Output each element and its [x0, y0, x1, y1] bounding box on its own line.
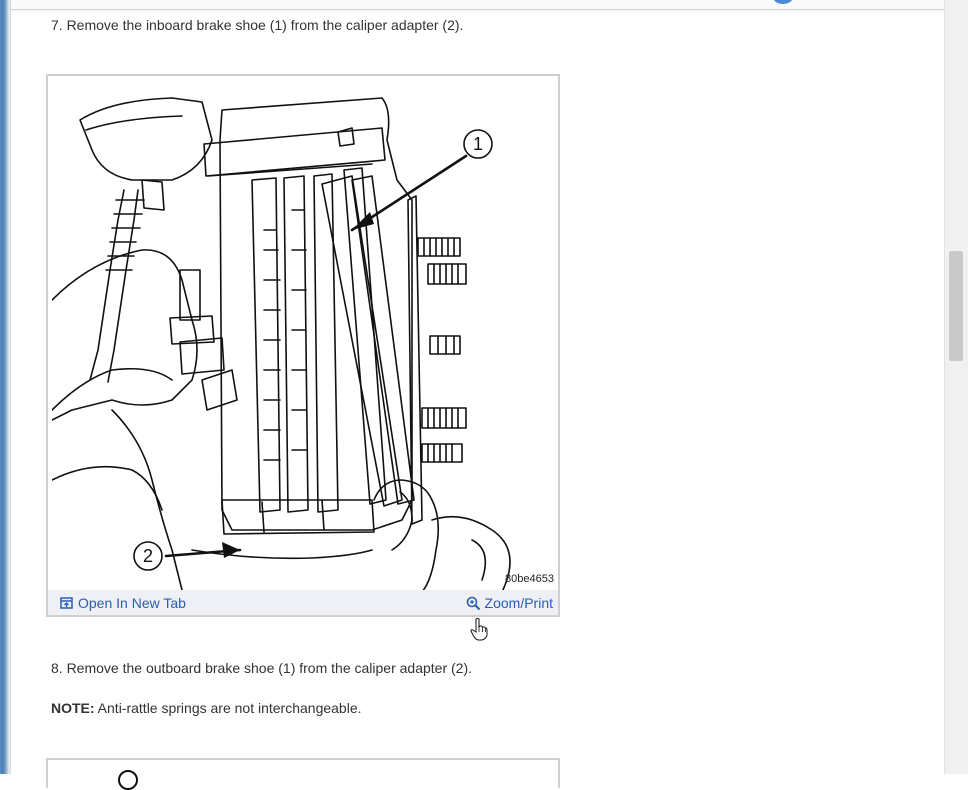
- open-new-tab-icon: [60, 597, 73, 609]
- top-icon-partial: [773, 0, 793, 4]
- note-label: NOTE:: [51, 700, 95, 716]
- figure-brake-shoe-outboard: [46, 758, 560, 790]
- open-in-new-tab-link[interactable]: Open In New Tab: [60, 595, 186, 611]
- open-in-new-tab-label: Open In New Tab: [78, 595, 186, 611]
- figure-id: 80be4653: [505, 573, 554, 585]
- figure-caption-bar: Open In New Tab Zoom/Print: [48, 590, 558, 615]
- brake-caliper-illustration: 1 2: [52, 97, 511, 592]
- note-text: NOTE: Anti-rattle springs are not interc…: [51, 699, 362, 717]
- note-body: Anti-rattle springs are not interchangea…: [94, 700, 362, 716]
- zoom-print-label: Zoom/Print: [484, 595, 553, 611]
- zoom-print-link[interactable]: Zoom/Print: [466, 595, 553, 611]
- top-panel-edge: [11, 0, 944, 10]
- callout-1-label: 1: [473, 134, 483, 154]
- figure2-callout-partial: [118, 770, 138, 790]
- window-left-edge: [0, 0, 11, 774]
- step-7-text: 7. Remove the inboard brake shoe (1) fro…: [51, 17, 464, 33]
- zoom-icon: [466, 596, 480, 610]
- figure-brake-shoe-inboard: 1 2 80be4653 Open In New Tab Zoom/Print: [46, 74, 560, 617]
- scrollbar-thumb[interactable]: [949, 251, 963, 361]
- callout-2-label: 2: [143, 546, 153, 566]
- hand-pointer-cursor-icon: [470, 618, 488, 641]
- step-8-text: 8. Remove the outboard brake shoe (1) fr…: [51, 660, 472, 676]
- vertical-scrollbar[interactable]: [944, 0, 968, 774]
